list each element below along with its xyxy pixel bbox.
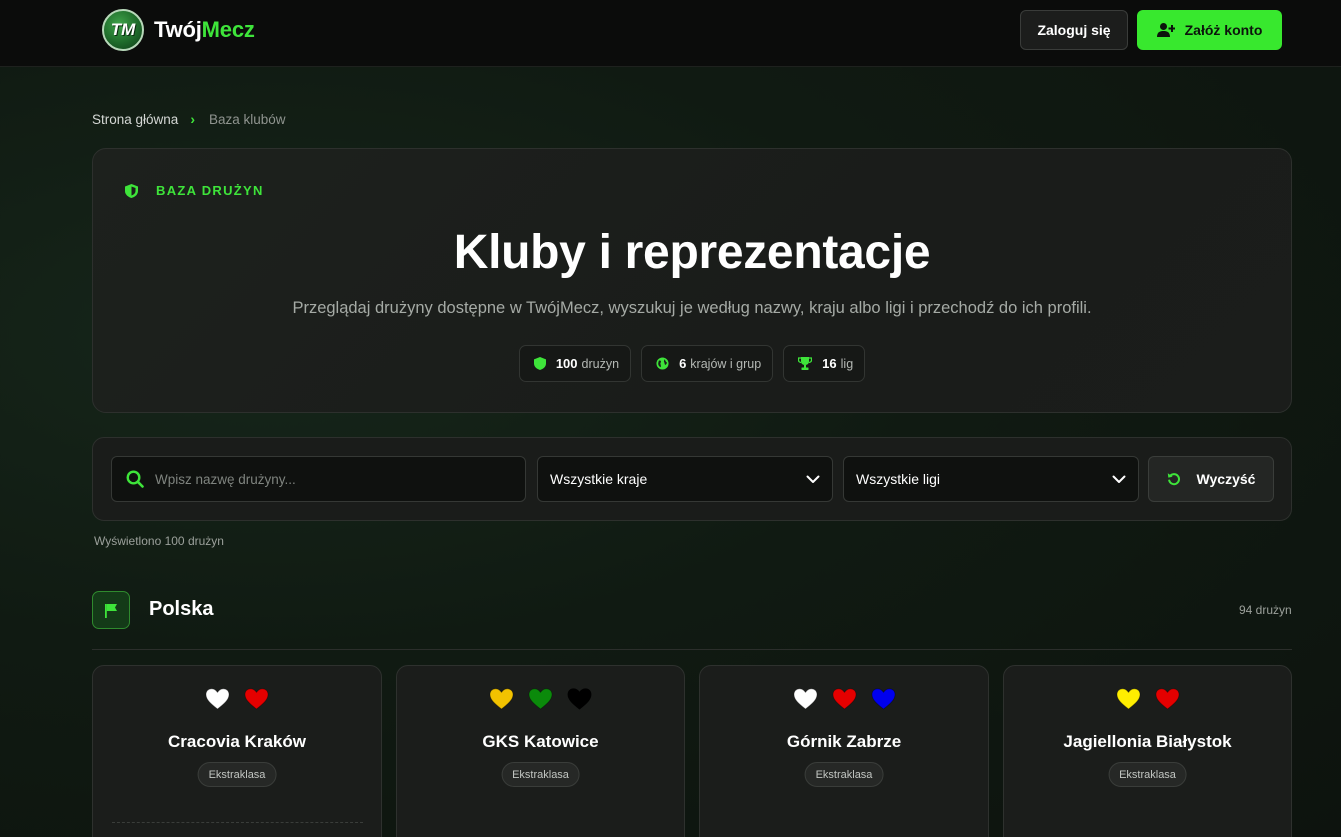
team-card-gornik-zabrze[interactable]: Górnik Zabrze Ekstraklasa [699,665,989,837]
stat-teams-value: 100 [555,356,578,371]
league-select-value: Wszystkie ligi [856,471,941,487]
country-select[interactable]: Wszystkie kraje [537,456,833,502]
chevron-down-icon [1112,475,1126,483]
section-title: Polska [149,598,214,620]
heart-icon [1155,688,1179,710]
card-divider [112,822,363,823]
league-badge: Ekstraklasa [197,762,277,787]
user-plus-icon [1156,23,1175,37]
top-navbar: TM TwójMecz Zaloguj się Załóż konto [0,0,1341,67]
page-subtitle: Przeglądaj drużyny dostępne w TwójMecz, … [292,299,1092,317]
team-card-gks-katowice[interactable]: GKS Katowice Ekstraklasa [396,665,685,837]
signup-label: Załóż konto [1184,22,1263,38]
heart-icon [489,688,514,710]
heart-icon [567,688,592,710]
flag-icon [92,591,130,629]
team-name: GKS Katowice [482,732,599,751]
section-count: 94 drużyn [1239,603,1292,617]
search-input[interactable] [155,471,515,487]
team-colors [397,688,684,710]
breadcrumb-current: Baza klubów [208,111,286,127]
heart-icon [793,688,817,710]
stat-teams: 100 drużyn [518,345,632,382]
stat-leagues-value: 16 [822,356,837,371]
heart-icon [528,688,553,710]
trophy-icon [798,357,813,370]
team-colors [700,688,988,710]
clear-filters-label: Wyczyść [1196,471,1256,487]
chevron-down-icon [806,475,820,483]
logo-text-green: Mecz [201,17,255,42]
heart-icon [871,688,895,710]
chevron-right-icon: › [190,111,195,127]
league-badge: Ekstraklasa [501,762,580,787]
heart-icon [1116,688,1140,710]
stat-countries: 6 krajów i grup [641,345,774,382]
reset-icon [1167,473,1180,486]
results-count: Wyświetlono 100 drużyn [94,534,224,548]
search-box[interactable] [111,456,526,502]
shield-icon [533,357,546,370]
breadcrumb-home-link[interactable]: Strona główna [92,112,178,127]
stat-leagues-label: lig [840,356,854,371]
breadcrumb: Strona główna › Baza klubów [92,111,286,127]
country-select-value: Wszystkie kraje [550,471,648,487]
heart-icon [832,688,856,710]
clear-filters-button[interactable]: Wyczyść [1148,456,1274,502]
heart-icon [244,688,269,710]
globe-icon [656,357,669,370]
section-divider [92,649,1292,650]
league-select[interactable]: Wszystkie ligi [843,456,1139,502]
logo-text: TwójMecz [154,17,255,43]
league-badge: Ekstraklasa [804,762,884,787]
league-badge: Ekstraklasa [1108,762,1187,787]
stat-countries-label: krajów i grup [690,356,762,371]
hero-tag: BAZA DRUŻYN [125,183,264,198]
heart-icon [205,688,230,710]
team-name: Jagiellonia Białystok [1063,732,1232,751]
team-name: Górnik Zabrze [786,732,902,751]
page-title: Kluby i reprezentacje [453,226,931,279]
signup-button[interactable]: Załóż konto [1137,10,1282,50]
stat-countries-value: 6 [679,356,687,371]
hero-tag-label: BAZA DRUŻYN [156,183,264,198]
team-card-jagiellonia[interactable]: Jagiellonia Białystok Ekstraklasa [1003,665,1292,837]
hero-panel: BAZA DRUŻYN Kluby i reprezentacje Przegl… [92,148,1292,413]
filters-panel: Wszystkie kraje Wszystkie ligi Wyczyść [92,437,1292,521]
search-icon [126,470,144,488]
shield-icon [125,183,138,198]
team-card-cracovia[interactable]: Cracovia Kraków Ekstraklasa [92,665,382,837]
login-button[interactable]: Zaloguj się [1020,10,1128,50]
stat-leagues: 16 lig [783,345,866,382]
logo-text-white: Twój [154,17,202,42]
stats-row: 100 drużyn 6 krajów i grup 16 lig [93,345,1291,382]
team-colors [1004,688,1291,710]
stat-teams-label: drużyn [581,356,620,371]
team-name: Cracovia Kraków [168,732,306,751]
logo-link[interactable]: TM TwójMecz [102,9,255,51]
logo-badge: TM [102,9,144,51]
team-colors [93,688,381,710]
